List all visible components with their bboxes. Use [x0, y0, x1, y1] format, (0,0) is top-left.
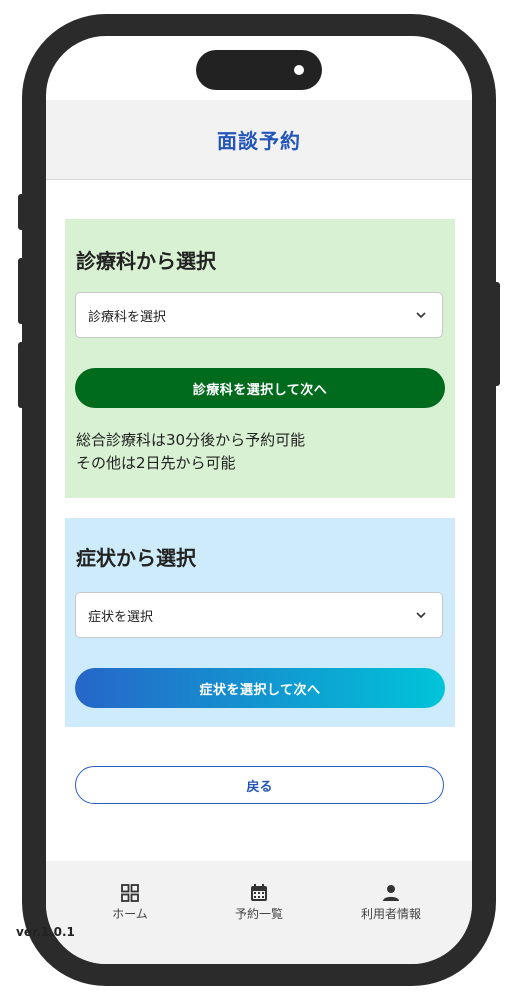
nav-label-home: ホーム — [112, 907, 148, 921]
person-icon — [383, 885, 399, 901]
nav-item-reservations[interactable]: 予約一覧 — [209, 883, 309, 922]
symptom-select-value: 症状を選択 — [88, 609, 154, 625]
grid-icon — [121, 884, 139, 902]
symptom-next-button[interactable]: 症状を選択して次へ — [75, 668, 445, 708]
page-title: 面談予約 — [217, 129, 301, 153]
back-button[interactable]: 戻る — [75, 766, 444, 804]
department-select[interactable]: 診療科を選択 — [75, 292, 443, 338]
chevron-down-icon — [416, 312, 426, 319]
nav-label-user-info: 利用者情報 — [360, 907, 421, 921]
app-header: 面談予約 — [46, 100, 472, 180]
phone-screen: 面談予約 診療科から選択 診療科を選択 診療科を選択して次へ 総合診療科は30分… — [46, 36, 472, 964]
chevron-down-icon — [416, 612, 426, 619]
camera-dot — [294, 65, 304, 75]
dynamic-island — [196, 50, 322, 90]
nav-label-reservations: 予約一覧 — [234, 907, 283, 921]
nav-item-home[interactable]: ホーム — [80, 883, 180, 922]
department-note: 総合診療科は30分後から予約可能 その他は2日先から可能 — [76, 429, 305, 475]
department-note-line1: 総合診療科は30分後から予約可能 — [76, 431, 306, 449]
department-select-value: 診療科を選択 — [88, 309, 167, 325]
symptom-section: 症状から選択 症状を選択 症状を選択して次へ — [65, 518, 455, 727]
department-section: 診療科から選択 診療科を選択 診療科を選択して次へ 総合診療科は30分後から予約… — [65, 219, 455, 498]
symptom-section-title: 症状から選択 — [76, 546, 196, 570]
department-next-button[interactable]: 診療科を選択して次へ — [75, 368, 445, 408]
app-version: ver.1.0.1 — [16, 925, 75, 939]
symptom-select[interactable]: 症状を選択 — [75, 592, 443, 638]
nav-item-user-info[interactable]: 利用者情報 — [341, 883, 441, 922]
bottom-navigation: ホーム 予約一覧 利用者情報 — [46, 861, 472, 964]
department-note-line2: その他は2日先から可能 — [76, 454, 236, 472]
calendar-icon — [251, 884, 267, 901]
department-section-title: 診療科から選択 — [76, 249, 216, 273]
